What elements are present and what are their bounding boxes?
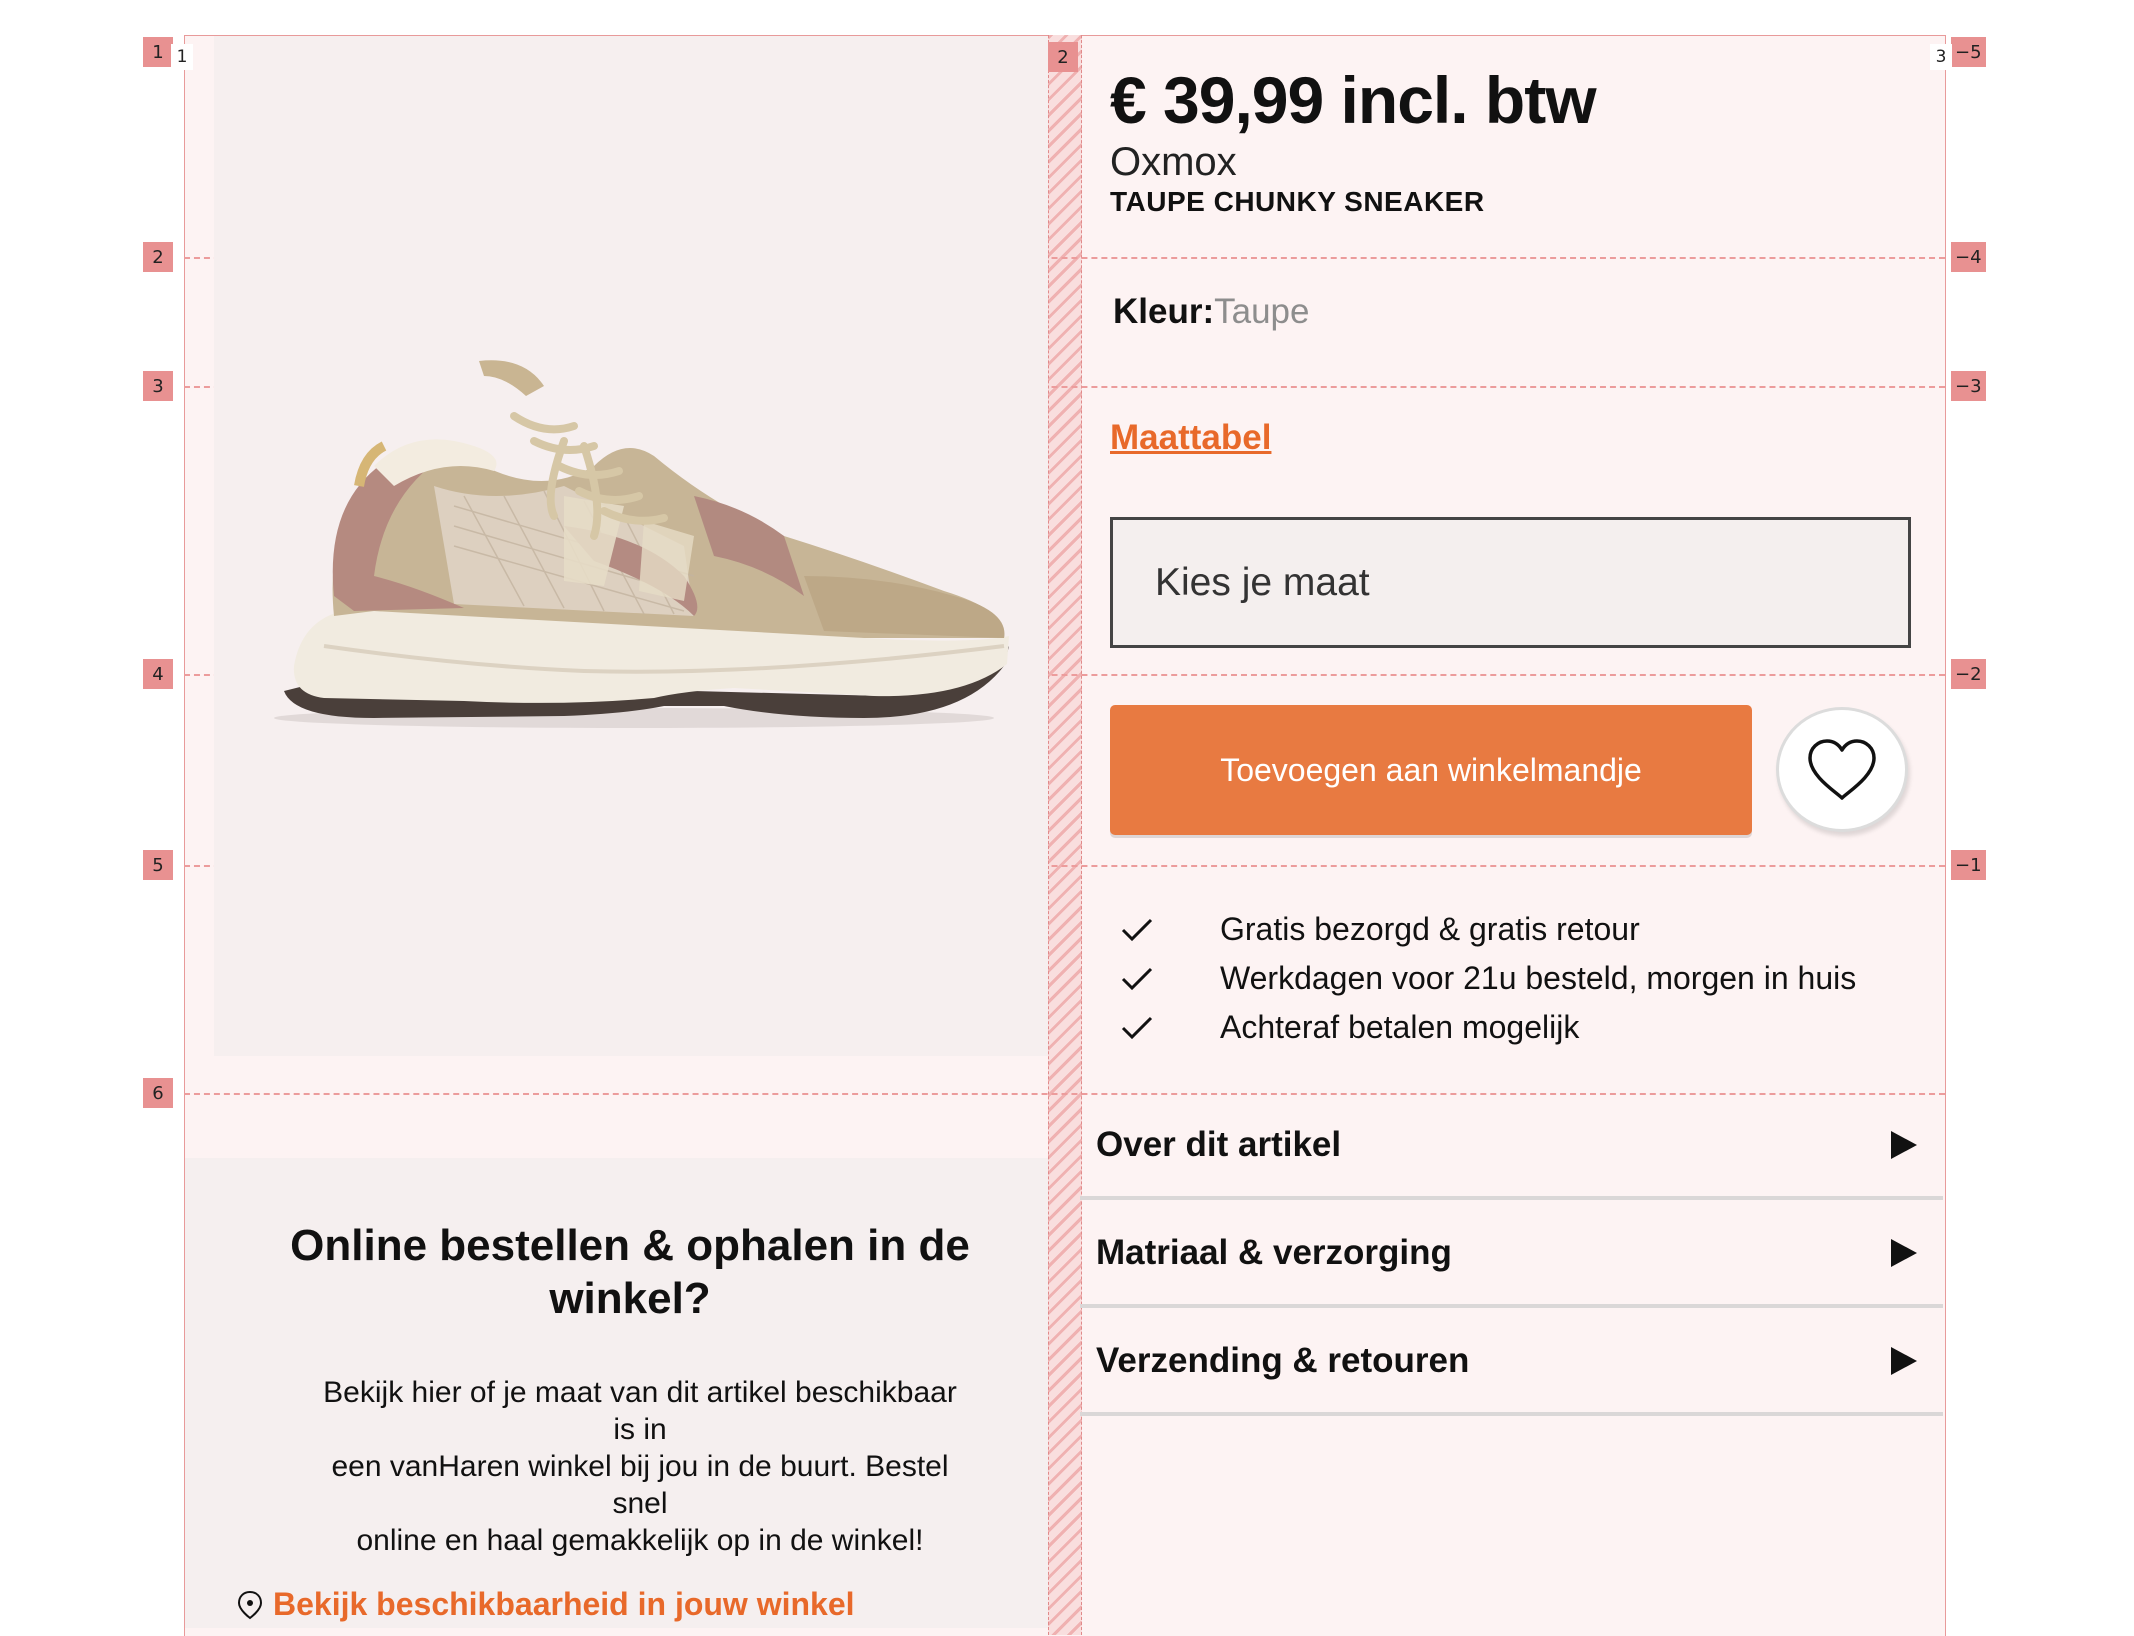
product-color-value: Taupe — [1214, 292, 1310, 331]
store-pickup-line: is in — [613, 1413, 667, 1446]
favorite-button[interactable] — [1776, 707, 1908, 832]
store-pickup-line: online en haal gemakkelijk op in de wink… — [356, 1524, 924, 1557]
grid-marker-right: −2 — [1951, 659, 1986, 689]
check-icon — [1121, 918, 1153, 941]
grid-marker-left: 2 — [143, 242, 173, 272]
heart-icon — [1808, 738, 1876, 800]
store-availability-link[interactable]: Bekijk beschikbaarheid in jouw winkel — [237, 1586, 855, 1623]
grid-marker-left: 4 — [143, 659, 173, 689]
store-pickup-line: Bekijk hier of je maat van dit artikel b… — [323, 1376, 957, 1409]
usp-item: Achteraf betalen mogelijk — [1120, 1003, 1856, 1052]
store-pickup-title: Online bestellen & ophalen in de winkel? — [290, 1221, 970, 1323]
grid-marker-left: 5 — [143, 850, 173, 880]
grid-column-marker: 3 — [1930, 44, 1952, 70]
usp-item: Gratis bezorgd & gratis retour — [1120, 905, 1856, 954]
grid-marker-left: 1 — [143, 37, 173, 67]
usp-item: Werkdagen voor 21u besteld, morgen in hu… — [1120, 954, 1856, 1003]
product-color: Kleur:Taupe — [1113, 292, 1310, 332]
usp-text: Werkdagen voor 21u besteld, morgen in hu… — [1220, 960, 1857, 996]
check-icon — [1121, 1016, 1153, 1039]
product-name: TAUPE CHUNKY SNEAKER — [1110, 186, 1485, 217]
product-color-label: Kleur: — [1113, 292, 1215, 331]
grid-marker-left: 3 — [143, 371, 173, 401]
size-select-placeholder: Kies je maat — [1155, 560, 1370, 604]
grid-column-marker: 1 — [171, 44, 193, 70]
layout-grid-gutter — [1048, 35, 1082, 1635]
product-image-panel — [214, 36, 1048, 1056]
triangle-right-icon — [1891, 1239, 1917, 1267]
add-to-cart-button[interactable]: Toevoegen aan winkelmandje — [1110, 705, 1752, 835]
grid-marker-right: −4 — [1951, 242, 1986, 272]
triangle-right-icon — [1891, 1347, 1917, 1375]
store-availability-label: Bekijk beschikbaarheid in jouw winkel — [273, 1586, 855, 1622]
usp-text: Achteraf betalen mogelijk — [1220, 1009, 1580, 1045]
grid-column-marker: 2 — [1048, 42, 1078, 72]
grid-marker-right: −5 — [1951, 37, 1986, 67]
grid-marker-right: −1 — [1951, 850, 1986, 880]
usp-list: Gratis bezorgd & gratis retour Werkdagen… — [1120, 905, 1856, 1052]
grid-marker-left: 6 — [143, 1078, 173, 1108]
accordion-over-dit-artikel[interactable]: Over dit artikel — [1080, 1094, 1943, 1200]
triangle-right-icon — [1891, 1131, 1917, 1159]
product-brand: Oxmox — [1110, 140, 1237, 184]
product-image-sneaker — [274, 360, 1010, 728]
accordion-label: Over dit artikel — [1096, 1125, 1342, 1164]
grid-marker-right: −3 — [1951, 371, 1986, 401]
accordion-label: Matriaal & verzorging — [1096, 1233, 1452, 1272]
store-pickup-line: snel — [612, 1487, 668, 1520]
size-chart-link[interactable]: Maattabel — [1110, 418, 1271, 458]
location-pin-icon — [237, 1590, 263, 1619]
accordion-verzending-retouren[interactable]: Verzending & retouren — [1080, 1310, 1943, 1416]
store-pickup-description: Bekijk hier of je maat van dit artikel b… — [290, 1374, 990, 1559]
accordion-materiaal-verzorging[interactable]: Matriaal & verzorging — [1080, 1202, 1943, 1308]
store-pickup-panel: Online bestellen & ophalen in de winkel?… — [185, 1158, 1048, 1628]
size-select[interactable]: Kies je maat — [1110, 517, 1911, 648]
product-price: € 39,99 incl. btw — [1110, 63, 1597, 137]
add-to-cart-label: Toevoegen aan winkelmandje — [1220, 751, 1642, 788]
store-pickup-line: een vanHaren winkel bij jou in de buurt.… — [331, 1450, 949, 1483]
check-icon — [1121, 967, 1153, 990]
usp-text: Gratis bezorgd & gratis retour — [1220, 911, 1640, 947]
accordion-label: Verzending & retouren — [1096, 1341, 1470, 1380]
